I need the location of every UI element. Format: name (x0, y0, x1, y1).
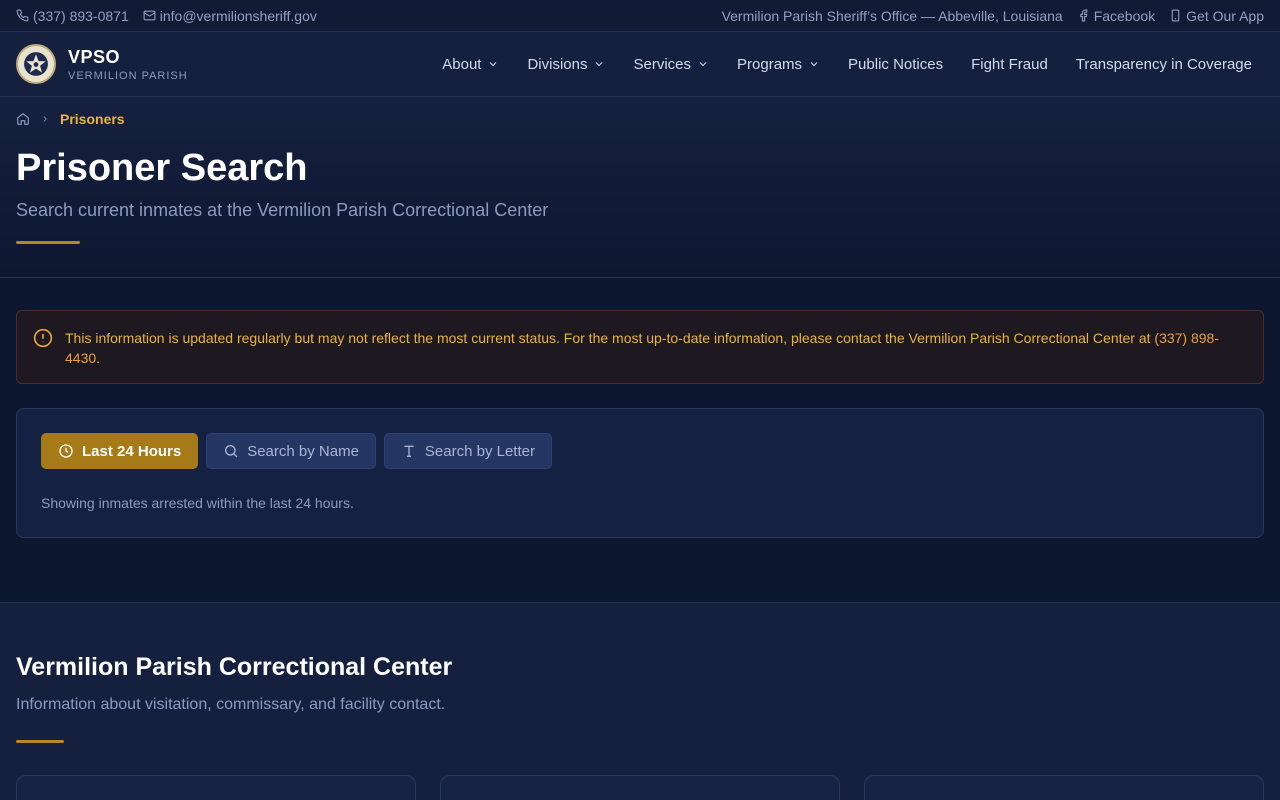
facility-title: Vermilion Parish Correctional Center (16, 653, 453, 681)
email-text: info@vermilionsheriff.gov (159, 7, 317, 24)
get-app-link[interactable]: Get Our App (1169, 8, 1264, 24)
tab-label: Search by Letter (424, 442, 535, 460)
breadcrumb-current: Prisoners (60, 111, 125, 127)
top-utility-bar: (337) 893-0871 info@vermilionsheriff.gov… (0, 0, 1280, 32)
email-link[interactable]: info@vermilionsheriff.gov (143, 8, 317, 24)
facebook-link[interactable]: Facebook (1077, 8, 1155, 24)
clock-icon (59, 444, 73, 458)
brand-name: VPSO (68, 46, 121, 67)
page-hero: Prisoners Prisoner Search Search current… (0, 97, 1280, 278)
alert-message: This information is updated regularly bu… (65, 328, 1247, 368)
brand-subtitle: VERMILION PARISH (68, 69, 188, 82)
nav-item-label: Divisions (527, 55, 588, 73)
phone-text: (337) 893-0871 (33, 7, 129, 24)
facility-card (864, 775, 1264, 800)
nav-item-label: Public Notices (848, 55, 944, 73)
contact-group: (337) 893-0871 info@vermilionsheriff.gov (16, 8, 317, 24)
topbar-right-group: Vermilion Parish Sheriff’s Office — Abbe… (722, 8, 1264, 24)
tab-search-by-name[interactable]: Search by Name (206, 433, 376, 469)
mail-icon (143, 10, 156, 21)
nav-item-programs[interactable]: Programs (723, 56, 834, 73)
nav-item-about[interactable]: About (428, 56, 513, 73)
facility-section: Vermilion Parish Correctional Center Inf… (0, 603, 1280, 800)
nav-item-public-notices[interactable]: Public Notices (834, 56, 957, 73)
tab-last-24-hours[interactable]: Last 24 Hours (41, 433, 199, 469)
nav-item-transparency[interactable]: Transparency in Coverage (1062, 56, 1264, 73)
tab-label: Search by Name (247, 442, 359, 460)
chevron-down-icon (699, 62, 707, 67)
nav-item-label: Services (633, 55, 692, 73)
facility-accent-line (16, 740, 64, 743)
nav-item-label: Transparency in Coverage (1075, 55, 1252, 73)
nav-item-label: Programs (737, 55, 803, 73)
main-navbar: VPSO VERMILION PARISH About Divisions Se… (0, 32, 1280, 97)
home-icon[interactable] (16, 112, 30, 126)
primary-nav: About Divisions Services Programs Public… (428, 56, 1264, 73)
brand-text: VPSO VERMILION PARISH (68, 47, 188, 82)
chevron-down-icon (490, 62, 497, 67)
text-icon (404, 445, 414, 457)
search-results-note: Showing inmates arrested within the last… (41, 495, 354, 511)
chevron-right-icon (43, 116, 47, 122)
nav-item-services[interactable]: Services (619, 56, 723, 73)
nav-item-fight-fraud[interactable]: Fight Fraud (957, 56, 1062, 73)
office-location: Vermilion Parish Sheriff’s Office — Abbe… (721, 7, 1063, 24)
page-title: Prisoner Search (16, 147, 308, 189)
nav-item-label: About (442, 55, 482, 73)
nav-item-label: Fight Fraud (971, 55, 1048, 73)
alert-circle-icon (33, 328, 53, 348)
alert-suffix: . (96, 350, 101, 366)
brand-home-link[interactable]: VPSO VERMILION PARISH (16, 44, 188, 84)
search-panel: Last 24 Hours Search by Name Search by L… (16, 408, 1264, 538)
title-accent-line (16, 241, 80, 244)
search-section: This information is updated regularly bu… (0, 278, 1280, 603)
phone-link[interactable]: (337) 893-0871 (16, 8, 129, 24)
facebook-icon (1079, 9, 1088, 22)
nav-item-divisions[interactable]: Divisions (513, 56, 619, 73)
smartphone-icon (1171, 9, 1180, 22)
breadcrumb: Prisoners (16, 111, 1264, 127)
tab-label: Last 24 Hours (82, 442, 182, 460)
search-icon (225, 445, 238, 458)
chevron-down-icon (810, 62, 818, 67)
facility-card (16, 775, 416, 800)
chevron-down-icon (596, 62, 603, 67)
facility-cards (16, 775, 1264, 800)
phone-icon (16, 9, 29, 22)
page-subtitle: Search current inmates at the Vermilion … (16, 200, 549, 220)
facility-card (440, 775, 840, 800)
search-tabs: Last 24 Hours Search by Name Search by L… (41, 433, 1239, 469)
star-badge-icon (24, 52, 48, 76)
get-app-text: Get Our App (1186, 7, 1264, 24)
alert-text: This information is updated regularly bu… (65, 330, 1155, 346)
facebook-text: Facebook (1093, 7, 1156, 24)
sheriff-badge-logo (16, 44, 56, 84)
facility-description: Information about visitation, commissary… (16, 696, 446, 713)
tab-search-by-letter[interactable]: Search by Letter (383, 433, 552, 469)
status-alert: This information is updated regularly bu… (16, 310, 1264, 384)
